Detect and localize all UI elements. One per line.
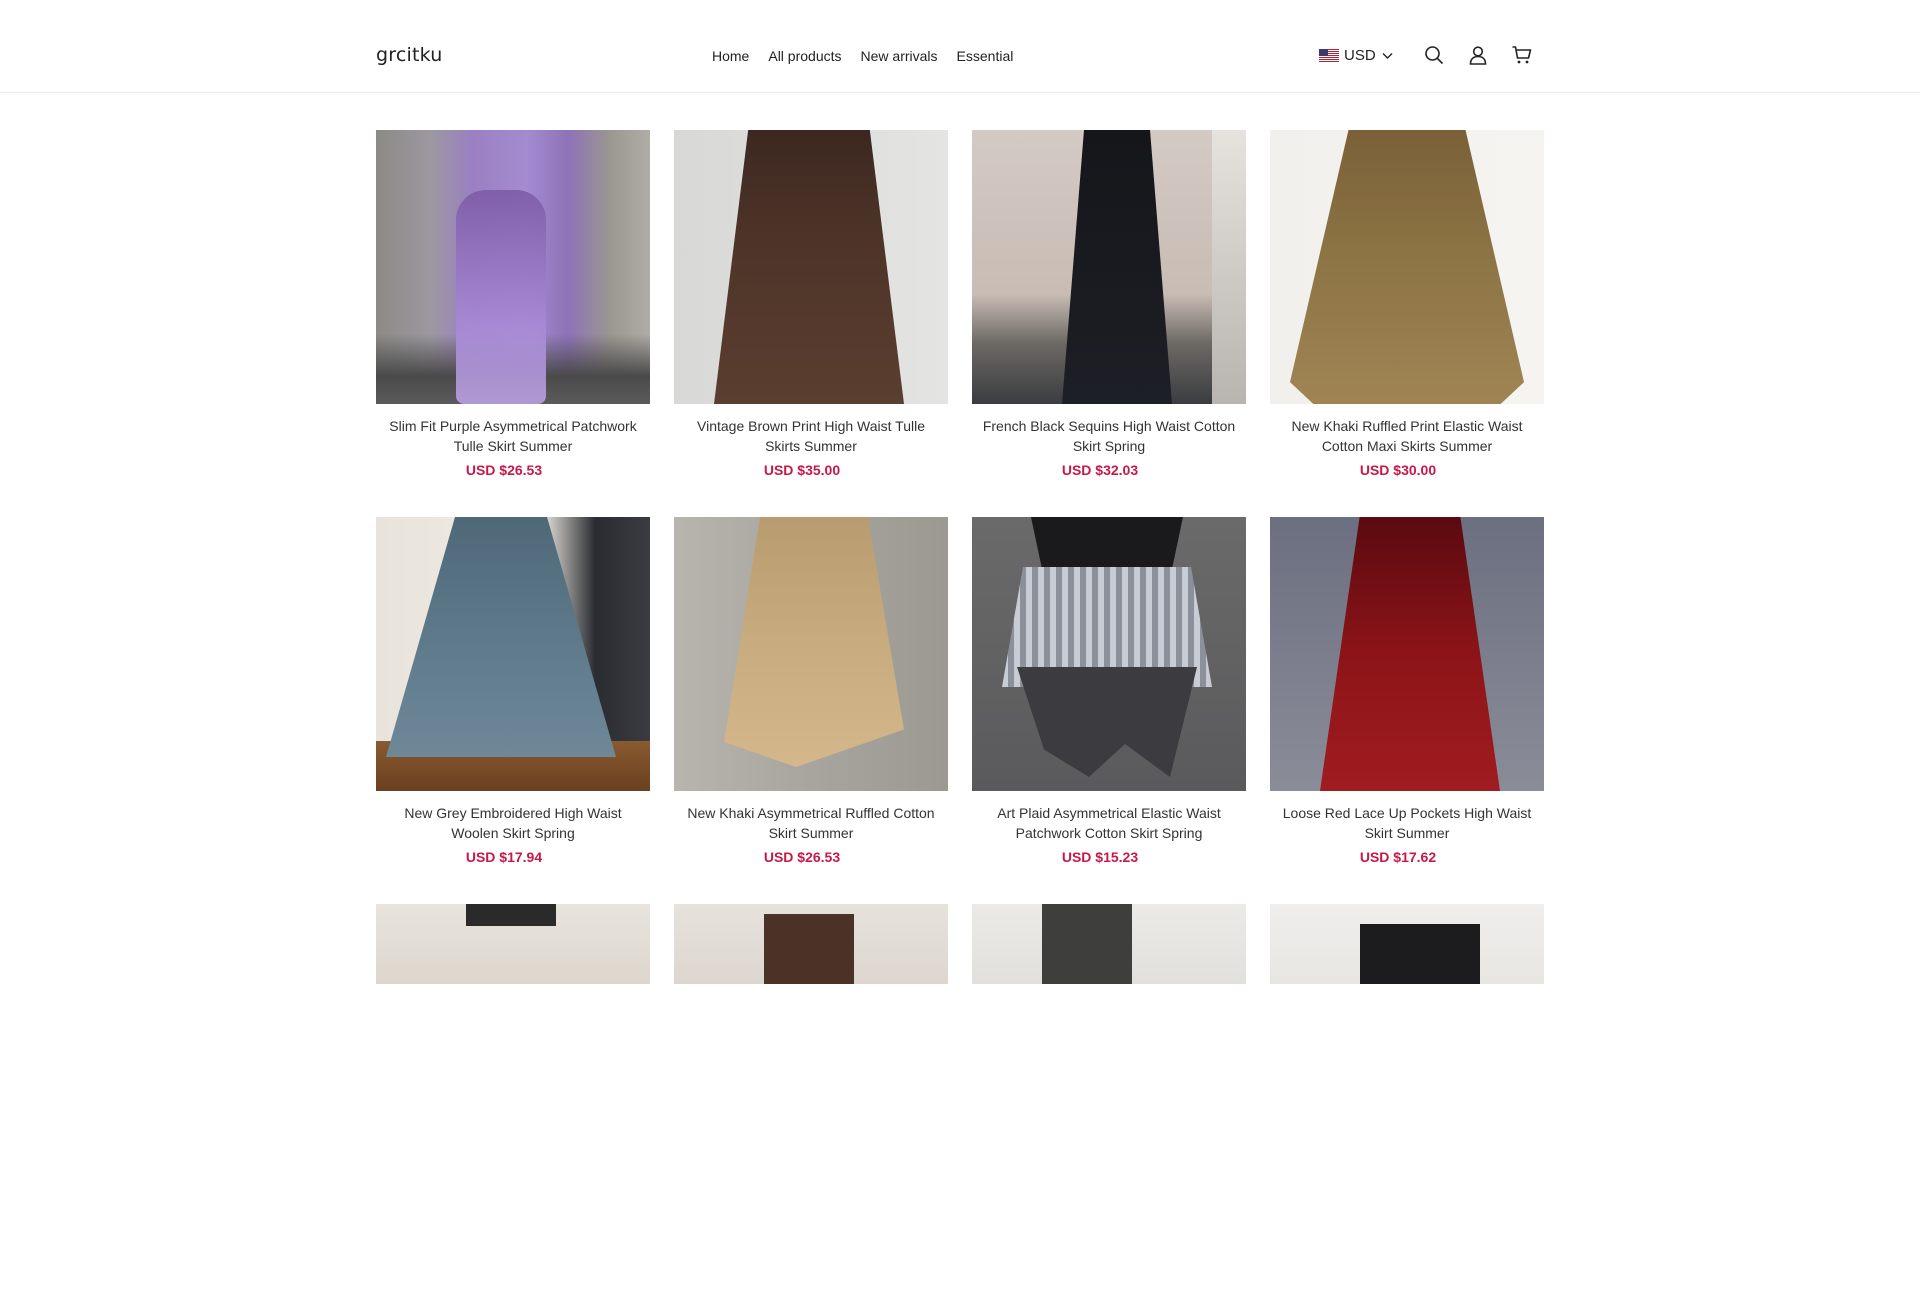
search-icon[interactable] xyxy=(1423,44,1445,66)
product-price: USD $32.03 xyxy=(1061,462,1139,478)
product-image[interactable] xyxy=(972,517,1246,791)
product-card[interactable]: Vintage Brown Print High Waist Tulle Ski… xyxy=(674,130,948,517)
product-image[interactable] xyxy=(376,904,650,984)
nav-new-arrivals[interactable]: New arrivals xyxy=(861,48,938,64)
currency-selector[interactable]: USD xyxy=(1319,47,1393,64)
chevron-down-icon xyxy=(1382,52,1393,59)
product-price: USD $15.23 xyxy=(1061,849,1139,865)
nav-home[interactable]: Home xyxy=(712,48,749,64)
product-card[interactable]: Loose Red Lace Up Pockets High Waist Ski… xyxy=(1270,517,1544,904)
product-title[interactable]: Loose Red Lace Up Pockets High Waist Ski… xyxy=(1270,803,1544,843)
product-title[interactable]: French Black Sequins High Waist Cotton S… xyxy=(972,416,1246,456)
product-title[interactable]: New Khaki Ruffled Print Elastic Waist Co… xyxy=(1270,416,1544,456)
product-card[interactable]: New Khaki Ruffled Print Elastic Waist Co… xyxy=(1270,130,1544,517)
product-title[interactable]: New Khaki Asymmetrical Ruffled Cotton Sk… xyxy=(674,803,948,843)
product-card[interactable]: New Khaki Asymmetrical Ruffled Cotton Sk… xyxy=(674,517,948,904)
product-card[interactable] xyxy=(1270,904,1544,1291)
product-image[interactable] xyxy=(1270,517,1544,791)
account-icon[interactable] xyxy=(1467,44,1489,66)
product-image[interactable] xyxy=(376,130,650,404)
product-price: USD $17.94 xyxy=(465,849,543,865)
product-card[interactable]: Art Plaid Asymmetrical Elastic Waist Pat… xyxy=(972,517,1246,904)
product-image[interactable] xyxy=(674,130,948,404)
product-price: USD $30.00 xyxy=(1359,462,1437,478)
product-image[interactable] xyxy=(972,130,1246,404)
product-image[interactable] xyxy=(674,517,948,791)
product-card[interactable] xyxy=(972,904,1246,1291)
main-nav: Home All products New arrivals Essential xyxy=(712,48,1032,64)
product-price: USD $17.62 xyxy=(1359,849,1437,865)
nav-all-products[interactable]: All products xyxy=(768,48,841,64)
product-image[interactable] xyxy=(1270,904,1544,984)
product-price: USD $26.53 xyxy=(465,462,543,478)
product-card[interactable] xyxy=(376,904,650,1291)
product-image[interactable] xyxy=(674,904,948,984)
product-title[interactable]: Slim Fit Purple Asymmetrical Patchwork T… xyxy=(376,416,650,456)
product-title[interactable]: New Grey Embroidered High Waist Woolen S… xyxy=(376,803,650,843)
product-price: USD $35.00 xyxy=(763,462,841,478)
product-card[interactable]: Slim Fit Purple Asymmetrical Patchwork T… xyxy=(376,130,650,517)
product-title[interactable]: Art Plaid Asymmetrical Elastic Waist Pat… xyxy=(972,803,1246,843)
product-card[interactable]: New Grey Embroidered High Waist Woolen S… xyxy=(376,517,650,904)
product-image[interactable] xyxy=(1270,130,1544,404)
product-title[interactable]: Vintage Brown Print High Waist Tulle Ski… xyxy=(674,416,948,456)
product-price: USD $26.53 xyxy=(763,849,841,865)
us-flag-icon xyxy=(1319,49,1339,62)
product-image[interactable] xyxy=(376,517,650,791)
site-header: grcitku Home All products New arrivals E… xyxy=(0,0,1920,93)
store-logo[interactable]: grcitku xyxy=(376,44,443,66)
product-card[interactable]: French Black Sequins High Waist Cotton S… xyxy=(972,130,1246,517)
product-card[interactable] xyxy=(674,904,948,1291)
currency-label: USD xyxy=(1344,47,1376,64)
product-image[interactable] xyxy=(972,904,1246,984)
cart-icon[interactable] xyxy=(1511,44,1533,66)
nav-essential[interactable]: Essential xyxy=(957,48,1014,64)
product-grid: Slim Fit Purple Asymmetrical Patchwork T… xyxy=(376,130,1544,1291)
